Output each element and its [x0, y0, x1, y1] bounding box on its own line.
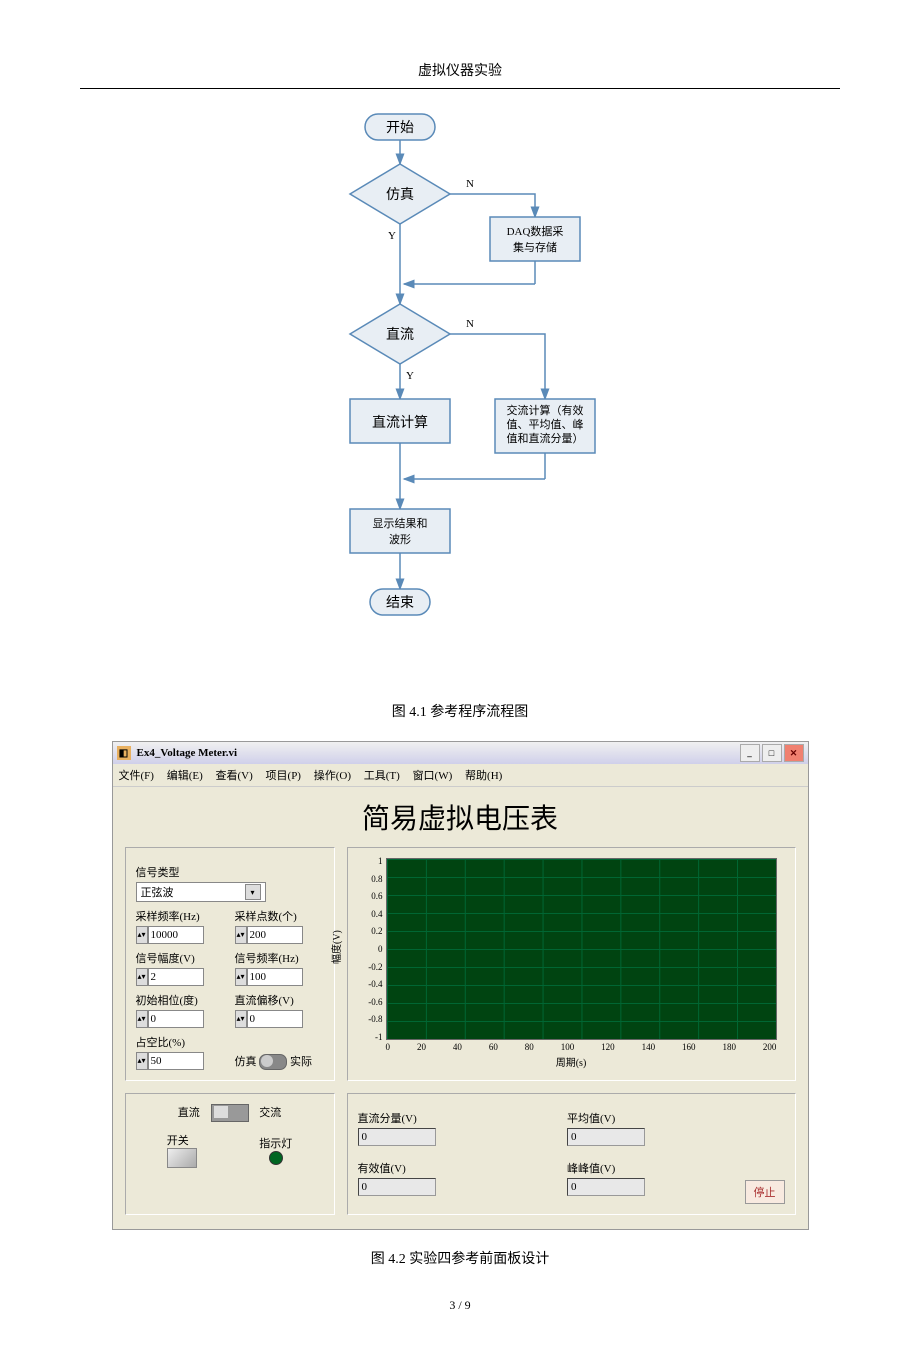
spin-icon[interactable]: ▴▾	[235, 926, 247, 944]
sample-rate-input[interactable]: 10000	[148, 926, 204, 944]
page-header: 虚拟仪器实验	[80, 60, 840, 80]
sample-count-label: 采样点数(个)	[235, 908, 324, 924]
rms-output: 0	[358, 1178, 436, 1196]
app-icon: ◧	[117, 746, 131, 760]
sample-count-input[interactable]: 200	[247, 926, 303, 944]
spin-icon[interactable]: ▴▾	[136, 926, 148, 944]
app-title: 简易虚拟电压表	[125, 797, 796, 837]
real-label: 实际	[290, 1056, 312, 1068]
dc-comp-output: 0	[358, 1128, 436, 1146]
menu-view[interactable]: 查看(V)	[216, 770, 253, 782]
spin-icon[interactable]: ▴▾	[235, 1010, 247, 1028]
menu-project[interactable]: 项目(P)	[266, 770, 301, 782]
rms-label: 有效值(V)	[358, 1160, 528, 1176]
y-ticks: 10.80.60.40.20-0.2-0.4-0.6-0.8-1	[359, 856, 383, 1042]
menubar[interactable]: 文件(F) 编辑(E) 查看(V) 项目(P) 操作(O) 工具(T) 窗口(W…	[113, 764, 808, 787]
switch-label: 开关	[167, 1132, 197, 1148]
caption-panel: 图 4.2 实验四参考前面板设计	[80, 1248, 840, 1268]
duty-label: 占空比(%)	[136, 1034, 225, 1050]
svg-text:开始: 开始	[386, 120, 414, 136]
spin-icon[interactable]: ▴▾	[136, 1052, 148, 1070]
svg-text:Y: Y	[388, 230, 396, 242]
svg-text:DAQ数据采: DAQ数据采	[507, 224, 564, 238]
window-title: Ex4_Voltage Meter.vi	[137, 747, 238, 759]
svg-text:直流计算: 直流计算	[372, 414, 428, 431]
sample-rate-label: 采样频率(Hz)	[136, 908, 225, 924]
sim-label: 仿真	[235, 1056, 257, 1068]
menu-operate[interactable]: 操作(O)	[314, 770, 351, 782]
menu-help[interactable]: 帮助(H)	[465, 770, 502, 782]
dc-offset-input[interactable]: 0	[247, 1010, 303, 1028]
titlebar: ◧ Ex4_Voltage Meter.vi _ □ ✕	[113, 742, 808, 764]
header-rule	[80, 88, 840, 89]
stop-button[interactable]: 停止	[745, 1180, 785, 1204]
dc-comp-label: 直流分量(V)	[358, 1110, 528, 1126]
svg-text:值、平均值、峰: 值、平均值、峰	[507, 418, 584, 431]
svg-text:交流计算（有效: 交流计算（有效	[507, 403, 584, 417]
svg-text:结束: 结束	[386, 595, 414, 611]
signal-amp-input[interactable]: 2	[148, 968, 204, 986]
signal-freq-label: 信号频率(Hz)	[235, 950, 324, 966]
svg-text:显示结果和: 显示结果和	[373, 517, 428, 530]
caption-flowchart: 图 4.1 参考程序流程图	[80, 701, 840, 721]
spin-icon[interactable]: ▴▾	[235, 968, 247, 986]
menu-window[interactable]: 窗口(W)	[413, 770, 453, 782]
chevron-down-icon[interactable]: ▾	[245, 884, 261, 900]
signal-type-select[interactable]: 正弦波▾	[136, 882, 266, 902]
waveform-chart[interactable]: 10.80.60.40.20-0.2-0.4-0.6-0.8-1	[386, 858, 777, 1040]
svg-text:直流: 直流	[386, 326, 414, 343]
signal-freq-input[interactable]: 100	[247, 968, 303, 986]
menu-file[interactable]: 文件(F)	[119, 770, 154, 782]
y-axis-label: 幅度(V)	[328, 930, 343, 964]
init-phase-input[interactable]: 0	[148, 1010, 204, 1028]
close-button[interactable]: ✕	[784, 744, 804, 762]
minimize-button[interactable]: _	[740, 744, 760, 762]
svg-text:值和直流分量）: 值和直流分量）	[507, 431, 584, 445]
svg-text:Y: Y	[406, 370, 414, 382]
page-number: 3 / 9	[80, 1298, 840, 1313]
flowchart: .sh{fill:#e8eef4;stroke:#5a8ab8;stroke-w…	[80, 109, 840, 689]
dc-label: 直流	[178, 1107, 200, 1119]
output-panel: 直流分量(V) 0 平均值(V) 0 有效值(V) 0 峰峰值(V) 0 停止	[347, 1093, 796, 1215]
led-label: 指示灯	[259, 1135, 292, 1151]
svg-text:N: N	[466, 318, 474, 330]
labview-window: ◧ Ex4_Voltage Meter.vi _ □ ✕ 文件(F) 编辑(E)…	[112, 741, 809, 1230]
chart-panel: 幅度(V) 10.80.60.40.20-0.2-0.4-0.6-0.8-1 0…	[347, 847, 796, 1081]
signal-amp-label: 信号幅度(V)	[136, 950, 225, 966]
pp-label: 峰峰值(V)	[567, 1160, 737, 1176]
x-axis-label: 周期(s)	[358, 1054, 785, 1069]
spin-icon[interactable]: ▴▾	[136, 1010, 148, 1028]
svg-text:N: N	[466, 178, 474, 190]
avg-label: 平均值(V)	[567, 1110, 737, 1126]
svg-text:集与存储: 集与存储	[513, 240, 557, 254]
avg-output: 0	[567, 1128, 645, 1146]
spin-icon[interactable]: ▴▾	[136, 968, 148, 986]
menu-edit[interactable]: 编辑(E)	[167, 770, 203, 782]
x-ticks: 020406080100120140160180200	[386, 1042, 777, 1052]
indicator-led	[269, 1151, 283, 1165]
signal-type-label: 信号类型	[136, 864, 324, 880]
inputs-panel: 信号类型 正弦波▾ 采样频率(Hz)▴▾10000 采样点数(个)▴▾200 信…	[125, 847, 335, 1081]
power-switch[interactable]	[167, 1148, 197, 1168]
ac-label: 交流	[259, 1107, 281, 1119]
sim-real-switch[interactable]	[259, 1054, 287, 1070]
init-phase-label: 初始相位(度)	[136, 992, 225, 1008]
maximize-button[interactable]: □	[762, 744, 782, 762]
svg-text:波形: 波形	[389, 533, 411, 546]
dc-offset-label: 直流偏移(V)	[235, 992, 324, 1008]
pp-output: 0	[567, 1178, 645, 1196]
menu-tools[interactable]: 工具(T)	[364, 770, 400, 782]
control-panel: 直流 交流 开关 指示灯	[125, 1093, 335, 1215]
dc-ac-slider[interactable]	[211, 1104, 249, 1122]
svg-text:仿真: 仿真	[386, 187, 414, 203]
duty-input[interactable]: 50	[148, 1052, 204, 1070]
